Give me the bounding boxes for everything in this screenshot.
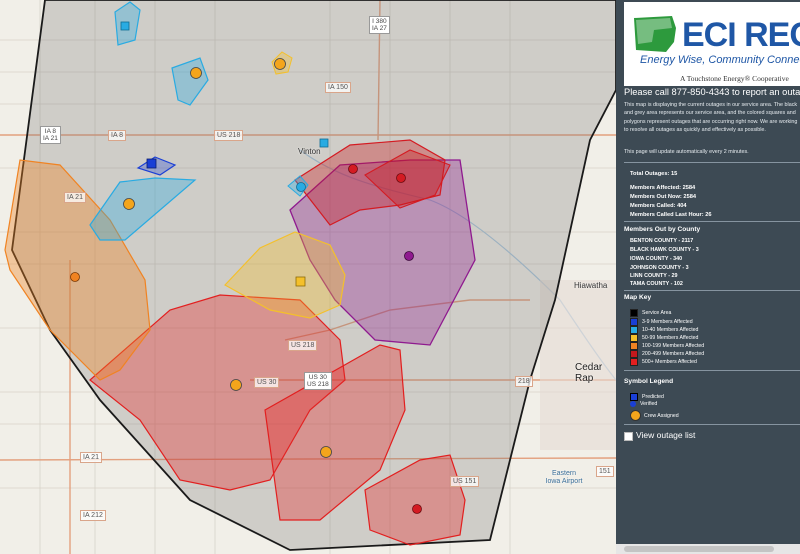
divider [624,370,800,371]
key-swatch [630,333,638,342]
road-label: I 380 IA 27 [369,16,390,34]
divider [624,424,800,425]
road-label: IA 21 [80,452,102,463]
members-out-now: Members Out Now: 2584 [630,194,697,200]
verified-outage-marker-orange[interactable] [70,272,80,282]
key-swatch [630,357,638,366]
brand-tagline: Energy Wise, Community Connected [640,54,800,66]
symbol-item-predicted: Predicted [630,393,664,401]
map-key-item: 200-499 Members Affected [630,349,704,358]
members-called: Members Called: 404 [630,203,687,209]
iowa-state-logo-icon [634,16,676,52]
crew-assigned-icon[interactable] [230,379,242,391]
info-panel: ECI REC Energy Wise, Community Connected… [616,0,800,554]
symbol-item-crew-assigned: Crew Assigned [630,410,679,421]
blue-circle-icon [630,401,636,407]
road-label: US 30 [254,377,280,388]
logo: ECI REC Energy Wise, Community Connected… [624,2,800,86]
road-label: US 151 [450,476,480,487]
key-swatch [630,349,638,358]
predicted-outage-marker-cyan-vinton[interactable] [319,138,329,148]
road-label: IA 212 [80,510,106,521]
outage-map[interactable]: I 380 IA 27 IA 150 IA 8 IA 21 IA 8 US 218 … [0,0,616,554]
road-label: 218 [515,376,533,387]
county-item: BLACK HAWK COUNTY - 3 [630,247,699,253]
road-label: US 218 [214,130,244,141]
county-item: TAMA COUNTY - 102 [630,281,683,287]
symbol-item-verified: Verified [630,401,657,407]
county-section-title: Members Out by County [624,226,701,233]
crew-assigned-icon[interactable] [320,446,332,458]
view-outage-list-link[interactable]: View outage list [636,430,695,440]
place-label-hiawatha: Hiawatha [574,281,608,290]
road-label: US 30 US 218 [304,372,332,390]
predicted-outage-marker-cyan[interactable] [120,21,130,31]
county-item: LINN COUNTY - 29 [630,273,678,279]
verified-outage-marker-red-3[interactable] [412,504,422,514]
county-item: JOHNSON COUNTY - 3 [630,265,689,271]
key-swatch [630,325,638,334]
map-key-item: 50-99 Members Affected [630,333,698,342]
brand-name: ECI REC [682,16,800,54]
touchstone-cooperative-text: A Touchstone Energy® Cooperative [680,74,789,83]
place-label-eastern-iowa-airport: Eastern Iowa Airport [545,470,583,485]
map-key-item: 3-9 Members Affected [630,317,693,326]
divider [624,162,800,163]
key-swatch [630,341,638,350]
crew-wrench-icon [630,410,641,421]
crew-assigned-icon[interactable] [123,198,135,210]
verified-outage-marker-red-2[interactable] [396,173,406,183]
members-called-last-hour: Members Called Last Hour: 26 [630,212,712,218]
verified-outage-marker-cyan[interactable] [296,182,306,192]
map-key-item: Service Area [630,308,671,317]
verified-outage-marker-red-1[interactable] [348,164,358,174]
outage-list-checkbox[interactable] [624,432,633,441]
county-item: IOWA COUNTY - 340 [630,256,683,262]
map-key-item: 100-199 Members Affected [630,341,704,350]
crew-assigned-icon[interactable] [190,67,202,79]
key-swatch [630,308,638,317]
horizontal-scrollbar[interactable] [616,544,800,554]
report-outage-phone: Please call 877-850-4343 to report an ou… [624,87,800,97]
blue-square-icon [630,393,638,401]
road-label: 151 [596,466,614,477]
map-key-item: 500+ Members Affected [630,357,697,366]
road-label: IA 8 IA 21 [40,126,61,144]
predicted-outage-marker-yellow[interactable] [295,276,306,287]
road-label: IA 21 [64,192,86,203]
map-canvas[interactable] [0,0,616,554]
scrollbar-thumb[interactable] [624,546,774,552]
county-item: BENTON COUNTY - 2117 [630,238,694,244]
divider [624,221,800,222]
road-label: IA 150 [325,82,351,93]
divider [624,290,800,291]
update-notice: This page will update automatically ever… [624,149,749,155]
key-swatch [630,317,638,326]
place-label-cedar-rapids: Cedar Rap [575,362,603,384]
crew-assigned-icon[interactable] [274,58,286,70]
place-label-vinton: Vinton [298,147,321,156]
verified-outage-marker-purple[interactable] [404,251,414,261]
total-outages: Total Outages: 15 [630,171,678,177]
members-affected: Members Affected: 2584 [630,185,696,191]
map-key-title: Map Key [624,294,652,301]
symbol-legend-title: Symbol Legend [624,378,674,385]
map-key-item: 10-40 Members Affected [630,325,698,334]
road-label: US 218 [288,340,318,351]
road-label: IA 8 [108,130,127,141]
map-description: This map is displaying the current outag… [624,102,798,133]
predicted-outage-marker-blue[interactable] [146,158,157,169]
